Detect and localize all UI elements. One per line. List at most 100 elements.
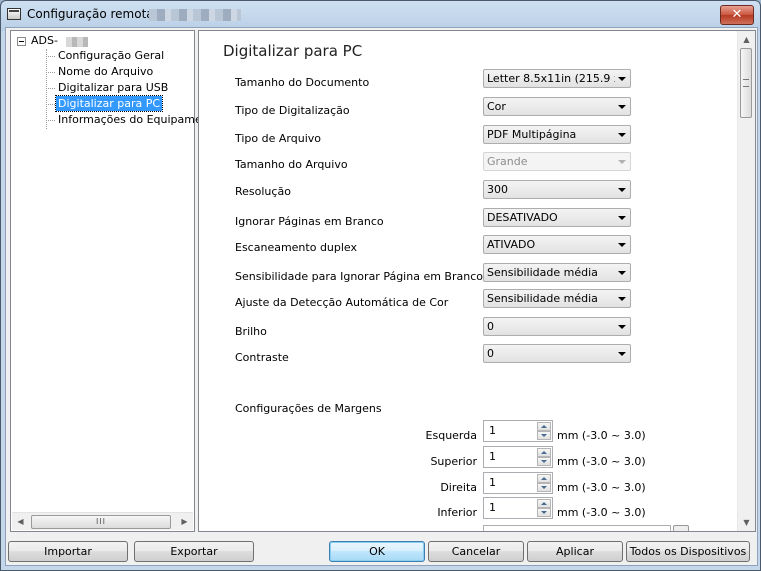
- spinner-value: 1: [489, 501, 496, 514]
- partially-visible-field[interactable]: [483, 525, 671, 531]
- export-button[interactable]: Exportar: [134, 541, 254, 562]
- margin-top-label: Superior: [430, 455, 477, 468]
- spin-down-icon[interactable]: [537, 457, 551, 466]
- chevron-down-icon: [618, 160, 626, 164]
- margin-range-text: mm (-3.0 ~ 3.0): [557, 481, 646, 494]
- chevron-down-icon: [618, 352, 626, 356]
- file-type-dropdown[interactable]: PDF Multipágina: [483, 125, 631, 144]
- dropdown-value: 300: [487, 183, 508, 196]
- setting-label: Resolução: [235, 185, 291, 198]
- chevron-down-icon: [618, 271, 626, 275]
- file-size-dropdown: Grande: [483, 152, 631, 171]
- chevron-down-icon: [618, 297, 626, 301]
- margin-right-label: Direita: [440, 481, 477, 494]
- setting-label: Escaneamento duplex: [235, 241, 358, 254]
- tree-horizontal-scrollbar[interactable]: ◀ III ▶: [12, 512, 193, 530]
- scroll-up-icon[interactable]: ▲: [738, 31, 755, 48]
- margin-left-label: Esquerda: [425, 429, 477, 442]
- spin-up-icon[interactable]: [537, 422, 551, 431]
- chevron-down-icon: [618, 216, 626, 220]
- setting-label: Contraste: [235, 351, 289, 364]
- setting-label: Brilho: [235, 325, 267, 338]
- scroll-right-icon[interactable]: ▶: [176, 513, 193, 530]
- tree-item-label: Informações do Equipamento: [58, 113, 220, 126]
- spin-up-icon[interactable]: [537, 474, 551, 483]
- dropdown-value: Letter 8.5x11in (215.9 x 2: [487, 72, 615, 85]
- scrollbar-thumb[interactable]: [740, 48, 752, 118]
- ok-button[interactable]: OK: [329, 541, 425, 562]
- collapse-toggle-icon[interactable]: [17, 37, 26, 46]
- import-button[interactable]: Importar: [8, 541, 128, 562]
- tree-item-label: Digitalizar para USB: [58, 81, 169, 94]
- margin-right-spinner[interactable]: 1: [483, 472, 553, 494]
- title-bar[interactable]: Configuração remota - ✕: [1, 1, 760, 29]
- setting-label: Tamanho do Documento: [235, 76, 370, 89]
- dropdown-value: Grande: [487, 155, 528, 168]
- spin-up-icon[interactable]: [537, 499, 551, 508]
- resolution-dropdown[interactable]: 300: [483, 180, 631, 199]
- margin-range-text: mm (-3.0 ~ 3.0): [557, 429, 646, 442]
- chevron-down-icon: [618, 188, 626, 192]
- close-button[interactable]: ✕: [720, 5, 754, 25]
- setting-label: Tipo de Digitalização: [235, 104, 350, 117]
- chevron-down-icon: [618, 243, 626, 247]
- setting-label: Ignorar Páginas em Branco: [235, 215, 384, 228]
- tree-root-label[interactable]: ADS-: [31, 34, 58, 47]
- dropdown-value: ATIVADO: [487, 238, 536, 251]
- margin-bottom-spinner[interactable]: 1: [483, 497, 553, 519]
- apply-button[interactable]: Aplicar: [527, 541, 623, 562]
- panel-vertical-scrollbar[interactable]: ▲ ▼: [737, 31, 755, 531]
- dropdown-value: Sensibilidade média: [487, 292, 598, 305]
- scan-type-dropdown[interactable]: Cor: [483, 97, 631, 116]
- remote-setup-window: Configuração remota - ✕ ADS- Configuraçã…: [0, 0, 761, 571]
- all-devices-button[interactable]: Todos os Dispositivos: [626, 541, 750, 562]
- dropdown-value: Sensibilidade média: [487, 266, 598, 279]
- scrollbar-thumb[interactable]: III: [31, 515, 171, 529]
- margin-top-spinner[interactable]: 1: [483, 446, 553, 468]
- dialog-client-area: ADS- Configuração Geral Nome do Arquivo …: [5, 27, 758, 566]
- document-size-dropdown[interactable]: Letter 8.5x11in (215.9 x 2: [483, 69, 631, 88]
- dropdown-value: 0: [487, 347, 494, 360]
- skip-blank-page-dropdown[interactable]: DESATIVADO: [483, 208, 631, 227]
- tree-item-label: Configuração Geral: [58, 49, 165, 62]
- printer-app-icon: [7, 8, 21, 20]
- spinner-value: 1: [489, 450, 496, 463]
- margin-settings-heading: Configurações de Margens: [235, 402, 382, 415]
- margin-range-text: mm (-3.0 ~ 3.0): [557, 506, 646, 519]
- partially-visible-button[interactable]: [673, 525, 689, 531]
- spin-up-icon[interactable]: [537, 448, 551, 457]
- margin-bottom-label: Inferior: [437, 506, 477, 519]
- chevron-down-icon: [618, 105, 626, 109]
- setting-label: Sensibilidade para Ignorar Página em Bra…: [235, 270, 483, 283]
- tree-connector-line: [46, 49, 47, 129]
- chevron-down-icon: [618, 77, 626, 81]
- spin-down-icon[interactable]: [537, 483, 551, 492]
- dropdown-value: DESATIVADO: [487, 211, 558, 224]
- window-title: Configuração remota -: [27, 7, 162, 21]
- auto-color-detect-dropdown[interactable]: Sensibilidade média: [483, 289, 631, 308]
- dropdown-value: Cor: [487, 100, 506, 113]
- tree-item-label: Digitalizar para PC: [54, 95, 164, 112]
- dropdown-value: 0: [487, 320, 494, 333]
- settings-tree: ADS- Configuração Geral Nome do Arquivo …: [10, 30, 220, 532]
- chevron-down-icon: [618, 133, 626, 137]
- dropdown-value: PDF Multipágina: [487, 128, 577, 141]
- tree-item-label: Nome do Arquivo: [58, 65, 154, 78]
- spinner-value: 1: [489, 476, 496, 489]
- setting-label: Tamanho do Arquivo: [235, 158, 348, 171]
- skip-blank-sensitivity-dropdown[interactable]: Sensibilidade média: [483, 263, 631, 282]
- margin-range-text: mm (-3.0 ~ 3.0): [557, 455, 646, 468]
- spin-down-icon[interactable]: [537, 508, 551, 517]
- scroll-down-icon[interactable]: ▼: [738, 514, 755, 531]
- duplex-scan-dropdown[interactable]: ATIVADO: [483, 235, 631, 254]
- margin-left-spinner[interactable]: 1: [483, 420, 553, 442]
- spinner-value: 1: [489, 424, 496, 437]
- setting-label: Tipo de Arquivo: [235, 132, 321, 145]
- page-title: Digitalizar para PC: [223, 42, 363, 60]
- settings-panel: Digitalizar para PC Tamanho do Documento…: [198, 30, 756, 532]
- brightness-dropdown[interactable]: 0: [483, 317, 631, 336]
- contrast-dropdown[interactable]: 0: [483, 344, 631, 363]
- cancel-button[interactable]: Cancelar: [428, 541, 524, 562]
- scroll-left-icon[interactable]: ◀: [12, 513, 29, 530]
- spin-down-icon[interactable]: [537, 431, 551, 440]
